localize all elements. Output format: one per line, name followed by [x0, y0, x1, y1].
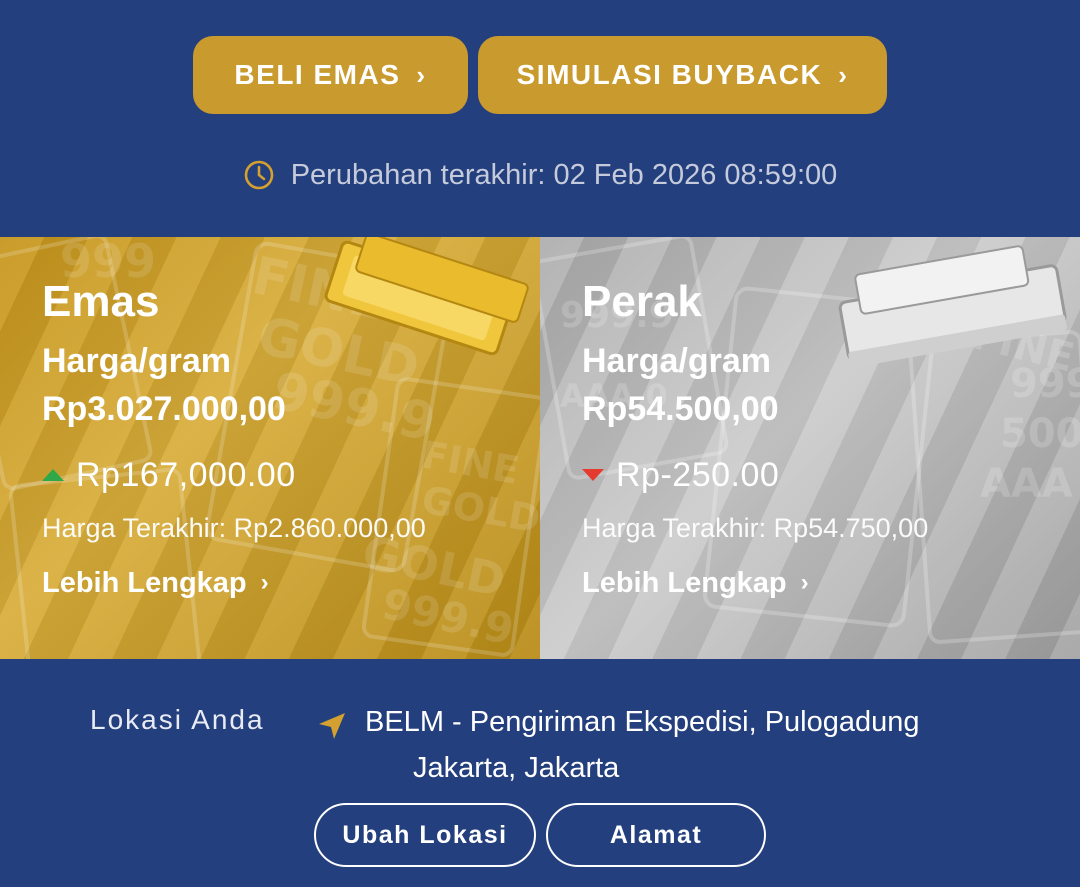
change-location-button[interactable]: Ubah Lokasi [314, 803, 536, 867]
per-gram-label: Harga/gram [582, 342, 771, 380]
change-location-label: Ubah Lokasi [342, 820, 508, 849]
top-actions: BELI EMAS › SIMULASI BUYBACK › [0, 36, 1080, 114]
price-change-row: Rp167,000.00 [42, 455, 520, 495]
gold-panel-content: Emas Harga/gram Rp3.027.000,00 Rp167,000… [42, 277, 520, 601]
buyback-simulation-button[interactable]: SIMULASI BUYBACK › [478, 36, 887, 114]
last-price: Harga Terakhir: Rp54.750,00 [582, 513, 929, 543]
arrow-down-icon [582, 469, 604, 481]
silver-more-link[interactable]: Lebih Lengkap › [582, 565, 809, 601]
current-price: Rp54.500,00 [582, 390, 779, 428]
per-gram-label: Harga/gram [42, 342, 231, 380]
buyback-label: SIMULASI BUYBACK [516, 59, 823, 90]
arrow-up-icon [42, 469, 64, 481]
location-city: Jakarta, Jakarta [413, 752, 620, 784]
navigation-arrow-icon [319, 713, 345, 739]
last-change-info: Perubahan terakhir: 02 Feb 2026 08:59:00 [0, 155, 1080, 195]
address-label: Alamat [609, 820, 703, 849]
chevron-right-icon: › [260, 569, 269, 596]
price-change-row: Rp-250.00 [582, 455, 1060, 495]
last-change-text: Perubahan terakhir: 02 Feb 2026 08:59:00 [290, 158, 838, 191]
buy-gold-button[interactable]: BELI EMAS › [193, 36, 468, 114]
gold-price-card: FINE GOLD 999.9 FINE GOLD 999 GOLD 999.9… [0, 237, 540, 659]
current-price: Rp3.027.000,00 [42, 390, 286, 428]
price-change-value: Rp167,000.00 [76, 455, 296, 494]
price-panels: FINE GOLD 999.9 FINE GOLD 999 GOLD 999.9… [0, 237, 1080, 659]
address-button[interactable]: Alamat [546, 803, 766, 867]
buy-gold-label: BELI EMAS [234, 59, 401, 90]
metal-name: Perak [582, 277, 702, 326]
chevron-right-icon: › [416, 59, 427, 90]
gold-more-link[interactable]: Lebih Lengkap › [42, 565, 269, 601]
silver-panel-content: Perak Harga/gram Rp54.500,00 Rp-250.00 H… [582, 277, 1060, 601]
last-price: Harga Terakhir: Rp2.860.000,00 [42, 513, 426, 543]
more-link-label: Lebih Lengkap [42, 567, 247, 599]
metal-name: Emas [42, 277, 160, 326]
price-change-value: Rp-250.00 [616, 455, 780, 494]
location-label: Lokasi Anda [90, 704, 265, 735]
silver-price-card: 999.9 FINE S 999 500 AAA 0 AAA 0 Perak H… [540, 237, 1080, 659]
chevron-right-icon: › [800, 569, 809, 596]
location-name: BELM - Pengiriman Ekspedisi, Pulogadung [365, 706, 920, 738]
more-link-label: Lebih Lengkap [582, 567, 787, 599]
chevron-right-icon: › [838, 59, 849, 90]
app-screen: BELI EMAS › SIMULASI BUYBACK › Perubahan… [0, 0, 1080, 887]
clock-icon [244, 160, 274, 190]
